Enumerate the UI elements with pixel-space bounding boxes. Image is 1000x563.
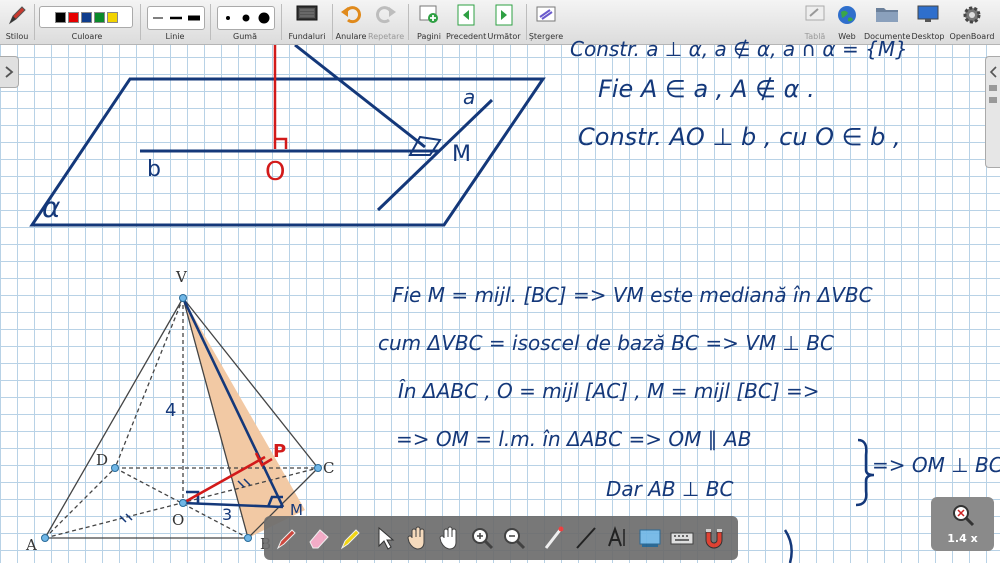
library-panel-toggle[interactable] [0, 56, 19, 88]
color-swatch-blue[interactable] [81, 12, 92, 23]
background-icon [296, 5, 318, 21]
desktop-button[interactable]: Desktop [910, 0, 946, 44]
zoom-in-icon[interactable] [468, 524, 496, 552]
label-plane-alpha: α [42, 191, 61, 224]
gear-icon [963, 6, 981, 24]
next-page-icon [495, 4, 513, 26]
color-swatch-red[interactable] [68, 12, 79, 23]
magnifier-icon [953, 505, 975, 527]
color-picker[interactable]: Culoare [37, 0, 137, 44]
toolbar-divider [332, 4, 333, 40]
label-height: 4 [165, 400, 177, 421]
note-line-1: Fie M = mijl. [BC] => VM este mediană în… [392, 283, 873, 307]
note-line-6: => OM ⊥ BC [872, 453, 1000, 477]
note-top-line-1: Constr. a ⊥ α, a ∉ α, a ∩ α = {M} [570, 37, 908, 61]
pen-icon[interactable] [272, 524, 300, 552]
toolbar-divider [408, 4, 409, 40]
text-tool-icon[interactable] [604, 524, 632, 552]
chevron-left-icon [989, 66, 997, 103]
label-vertex-v: V [176, 268, 187, 286]
folder-icon [876, 8, 898, 22]
redo-button[interactable]: Repetare [368, 0, 404, 44]
line-tool-icon[interactable] [572, 524, 600, 552]
monitor-icon [917, 5, 939, 22]
label-vertex-d: D [96, 451, 109, 469]
chevron-right-icon [5, 66, 14, 78]
openboard-menu-button[interactable]: OpenBoard [946, 0, 998, 44]
undo-icon [341, 6, 361, 24]
backgrounds-button[interactable]: Fundaluri [286, 0, 328, 44]
label-center-o: O [172, 511, 185, 529]
magnet-icon[interactable] [700, 524, 728, 552]
handwriting-strokes [783, 438, 875, 563]
add-page-icon [419, 5, 438, 23]
note-top-line-3: Constr. AO ⊥ b , cu O ∈ b , [578, 123, 901, 151]
clear-page-icon [536, 6, 556, 22]
label-om-length: 3 [222, 505, 233, 524]
laser-pointer-icon[interactable] [540, 524, 568, 552]
plane-alpha-drawing [29, 45, 546, 227]
zoom-level-label: 1.4 x [947, 532, 978, 545]
color-swatch-yellow[interactable] [107, 12, 118, 23]
pen-tool-button[interactable]: Stilou [2, 0, 32, 44]
zoom-out-icon[interactable] [500, 524, 528, 552]
clear-page-button[interactable]: Ștergere [528, 0, 564, 44]
note-line-2: cum ΔVBC = isoscel de bază BC => VM ⊥ BC [378, 331, 834, 355]
eraser-size-options [217, 6, 275, 30]
toolbar-divider [140, 4, 141, 40]
previous-page-icon [457, 4, 475, 26]
board-icon [805, 5, 825, 21]
eraser-size-picker[interactable]: Gumă [214, 0, 276, 44]
whiteboard-canvas[interactable]: a b O M α V A B C D O P M 4 3 Constr. a … [0, 37, 1000, 563]
toolbar-divider [281, 4, 282, 40]
label-vertex-a: A [26, 536, 37, 554]
globe-icon [838, 6, 856, 24]
note-top-line-2: Fie A ∈ a , A ∉ α . [598, 75, 815, 103]
note-line-4: => OM = l.m. în ΔABC => OM ∥ AB [396, 427, 752, 451]
toolbar-divider [526, 4, 527, 40]
note-line-3: În ΔABC , O = mijl [AC] , M = mijl [BC] … [398, 379, 820, 403]
label-point-p: P [273, 441, 287, 462]
interact-hand-icon[interactable] [404, 524, 432, 552]
toolbar-divider [210, 4, 211, 40]
label-line-a: a [463, 85, 476, 109]
undo-button[interactable]: Anulare [334, 0, 368, 44]
line-width-picker[interactable]: Linie [144, 0, 206, 44]
next-page-button[interactable]: Următor [486, 0, 522, 44]
redo-icon [376, 6, 396, 24]
capture-icon[interactable] [636, 524, 664, 552]
note-line-5: Dar AB ⊥ BC [606, 477, 734, 501]
label-vertex-c: C [323, 459, 335, 477]
color-swatch-black[interactable] [55, 12, 66, 23]
selector-icon[interactable] [372, 524, 400, 552]
stylus-palette [264, 516, 738, 560]
label-point-m-top: M [452, 142, 471, 167]
toolbar-divider [34, 4, 35, 40]
pen-icon [8, 6, 26, 25]
marker-icon[interactable] [336, 524, 364, 552]
pages-button[interactable]: Pagini [412, 0, 446, 44]
hand-icon[interactable] [436, 524, 464, 552]
pages-panel-toggle[interactable] [985, 56, 1000, 168]
perpendicular-ao [273, 45, 288, 149]
zoom-indicator[interactable]: 1.4 x [931, 497, 994, 551]
label-line-b: b [147, 157, 161, 182]
color-swatch-green[interactable] [94, 12, 105, 23]
color-swatches [39, 6, 133, 28]
keyboard-icon[interactable] [668, 524, 696, 552]
previous-page-button[interactable]: Precedent [446, 0, 486, 44]
eraser-icon[interactable] [304, 524, 332, 552]
line-width-options [147, 6, 205, 30]
label-point-o-top: O [265, 157, 286, 187]
